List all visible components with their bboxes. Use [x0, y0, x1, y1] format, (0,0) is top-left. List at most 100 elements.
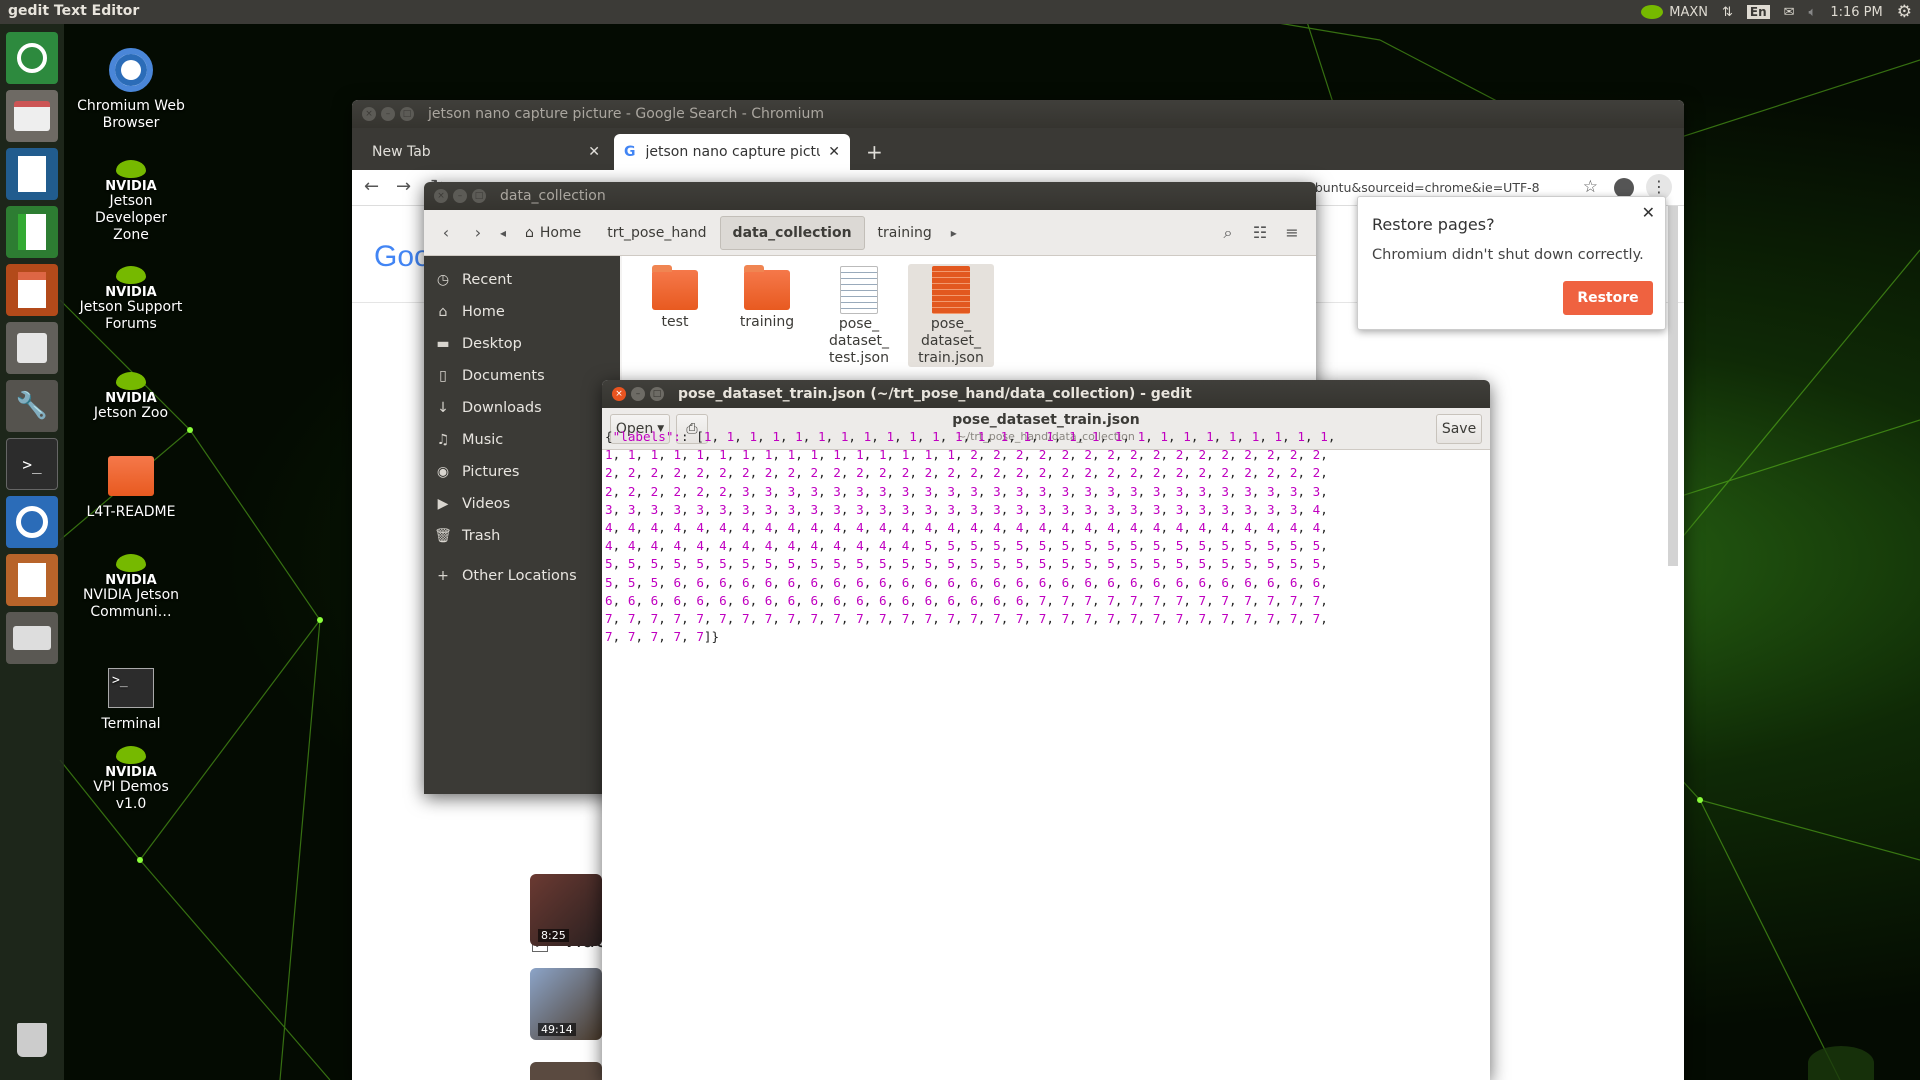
files-titlebar: × – □ data_collection — [424, 182, 1316, 210]
crumb-left-arrow[interactable]: ◂ — [494, 217, 512, 249]
video-thumbnail[interactable] — [530, 1062, 602, 1080]
forward-icon[interactable]: → — [396, 176, 411, 197]
google-logo[interactable]: Goo — [374, 240, 431, 274]
file-name: pose_ dataset_ train.json — [918, 316, 984, 366]
chromium-icon[interactable] — [6, 496, 58, 548]
breadcrumb-training[interactable]: training — [865, 216, 945, 250]
sidebar-item-recent[interactable]: ◷ Recent — [424, 264, 620, 296]
file-item-test[interactable]: test — [632, 264, 718, 331]
new-tab-button[interactable]: + — [856, 134, 893, 170]
terminal-icon[interactable]: >_ — [6, 438, 58, 490]
maximize-icon[interactable]: □ — [472, 189, 486, 203]
mail-icon[interactable]: ✉ — [1784, 5, 1795, 20]
gedit-icon[interactable] — [6, 554, 58, 606]
desktop-icon-label: NVIDIA Jetson Communi… — [82, 587, 180, 620]
breadcrumb-home[interactable]: ⌂ Home — [512, 216, 594, 250]
close-icon[interactable]: × — [612, 387, 626, 401]
tab-new-tab[interactable]: New Tab ✕ — [362, 134, 610, 170]
settings-icon[interactable]: 🔧 — [6, 380, 58, 432]
desktop-icon-terminal[interactable]: >_ Terminal — [76, 664, 186, 733]
writer-icon[interactable] — [6, 148, 58, 200]
network-icon[interactable]: ⇅ — [1722, 5, 1733, 20]
desktop-icon-jetson-developer-zone[interactable]: NVIDIA Jetson Developer Zone — [76, 160, 186, 244]
sidebar-item-label: Music — [462, 432, 504, 448]
close-icon[interactable]: ✕ — [588, 144, 600, 160]
trash-icon[interactable] — [6, 1014, 58, 1066]
file-item-pose-dataset-train[interactable]: pose_ dataset_ train.json — [908, 264, 994, 367]
desktop-icon-label: L4T-README — [86, 504, 176, 520]
desktop-icon-vpi-demos[interactable]: NVIDIA VPI Demos v1.0 — [76, 746, 186, 813]
desktop-icon-l4t-readme[interactable]: L4T-README — [76, 452, 186, 521]
minimize-icon[interactable]: – — [453, 189, 467, 203]
sidebar-item-music[interactable]: ♫ Music — [424, 424, 620, 456]
minimize-icon[interactable]: – — [381, 107, 395, 121]
nvidia-watermark-icon — [1808, 1046, 1874, 1080]
sidebar-item-home[interactable]: ⌂ Home — [424, 296, 620, 328]
sidebar-item-label: Trash — [462, 528, 501, 544]
sidebar-item-documents[interactable]: ▯ Documents — [424, 360, 620, 392]
impress-icon[interactable] — [6, 264, 58, 316]
file-item-training[interactable]: training — [724, 264, 810, 331]
restore-message: Chromium didn't shut down correctly. — [1372, 247, 1644, 263]
sidebar-item-trash[interactable]: 🗑︎ Trash — [424, 520, 620, 552]
gear-icon[interactable]: ⚙ — [1897, 2, 1912, 22]
desktop-icon-label: Chromium Web Browser — [77, 98, 185, 131]
sidebar-item-videos[interactable]: ▶ Videos — [424, 488, 620, 520]
star-icon[interactable]: ☆ — [1583, 177, 1598, 197]
back-icon[interactable]: ‹ — [430, 217, 462, 249]
ubuntu-dash-icon[interactable] — [6, 32, 58, 84]
restore-button[interactable]: Restore — [1563, 281, 1653, 315]
top-panel: gedit Text Editor MAXN ⇅ En ✉ 🔈︎ 1:16 PM… — [0, 0, 1920, 24]
sidebar-item-downloads[interactable]: ↓ Downloads — [424, 392, 620, 424]
desktop-icon-label: Terminal — [101, 716, 161, 732]
files-icon[interactable] — [6, 90, 58, 142]
breadcrumb-trt-pose-hand[interactable]: trt_pose_hand — [594, 216, 719, 250]
maximize-icon[interactable]: □ — [400, 107, 414, 121]
volume-muted-icon[interactable]: 🔈︎ — [1809, 5, 1817, 20]
document-icon: ▯ — [439, 368, 447, 384]
profile-icon[interactable] — [1614, 178, 1634, 198]
back-icon[interactable]: ← — [364, 176, 379, 197]
close-icon[interactable]: × — [434, 189, 448, 203]
maximize-icon[interactable]: □ — [650, 387, 664, 401]
download-icon: ↓ — [437, 400, 449, 416]
desktop-icon-nvidia-jetson-community[interactable]: NVIDIA NVIDIA Jetson Communi… — [76, 554, 186, 621]
breadcrumb-label: Home — [539, 224, 582, 241]
desktop-icon-jetson-support-forums[interactable]: NVIDIA Jetson Support Forums — [76, 266, 186, 333]
scrollbar[interactable] — [1668, 206, 1678, 566]
video-thumbnail[interactable]: 8:25 — [530, 874, 602, 946]
breadcrumb-data-collection[interactable]: data_collection — [719, 215, 865, 250]
close-icon[interactable]: ✕ — [828, 144, 840, 160]
desktop-icon-jetson-zoo[interactable]: NVIDIA Jetson Zoo — [76, 372, 186, 422]
tab-google-search[interactable]: G jetson nano capture pictu ✕ — [614, 134, 850, 170]
sidebar-item-label: Recent — [462, 272, 513, 288]
tab-label: New Tab — [372, 144, 431, 160]
nvidia-power-indicator[interactable]: MAXN — [1641, 5, 1708, 20]
close-icon[interactable]: × — [362, 107, 376, 121]
file-item-pose-dataset-test[interactable]: pose_ dataset_ test.json — [816, 264, 902, 367]
hamburger-menu-icon[interactable]: ≡ — [1276, 217, 1308, 249]
sidebar-item-desktop[interactable]: ▬ Desktop — [424, 328, 620, 360]
forward-icon[interactable]: › — [462, 217, 494, 249]
keyboard-layout-indicator[interactable]: En — [1746, 5, 1770, 19]
indicator-area: MAXN ⇅ En ✉ 🔈︎ 1:16 PM ⚙ — [1641, 0, 1912, 24]
folder-icon — [108, 456, 154, 496]
desktop-icon: ▬ — [436, 336, 450, 352]
search-icon[interactable]: ⌕ — [1212, 217, 1244, 249]
sidebar-item-pictures[interactable]: ◉ Pictures — [424, 456, 620, 488]
minimize-icon[interactable]: – — [631, 387, 645, 401]
sidebar-item-other-locations[interactable]: + Other Locations — [424, 560, 620, 592]
text-editor-content[interactable]: {"labels":: [1, 1, 1, 1, 1, 1, 1, 1, 1, … — [605, 428, 1460, 646]
clock[interactable]: 1:16 PM — [1830, 5, 1882, 20]
close-icon[interactable]: ✕ — [1642, 203, 1655, 222]
tab-label: jetson nano capture pictu — [645, 144, 821, 160]
view-options-icon[interactable]: ☷ — [1244, 217, 1276, 249]
crumb-right-arrow[interactable]: ▸ — [945, 217, 963, 249]
folder-icon — [652, 265, 698, 310]
calc-icon[interactable] — [6, 206, 58, 258]
desktop-icon-chromium[interactable]: Chromium Web Browser — [76, 46, 186, 132]
software-icon[interactable] — [6, 322, 58, 374]
power-mode-label: MAXN — [1669, 4, 1708, 20]
drive-icon[interactable] — [6, 612, 58, 664]
video-thumbnail[interactable]: 49:14 — [530, 968, 602, 1040]
